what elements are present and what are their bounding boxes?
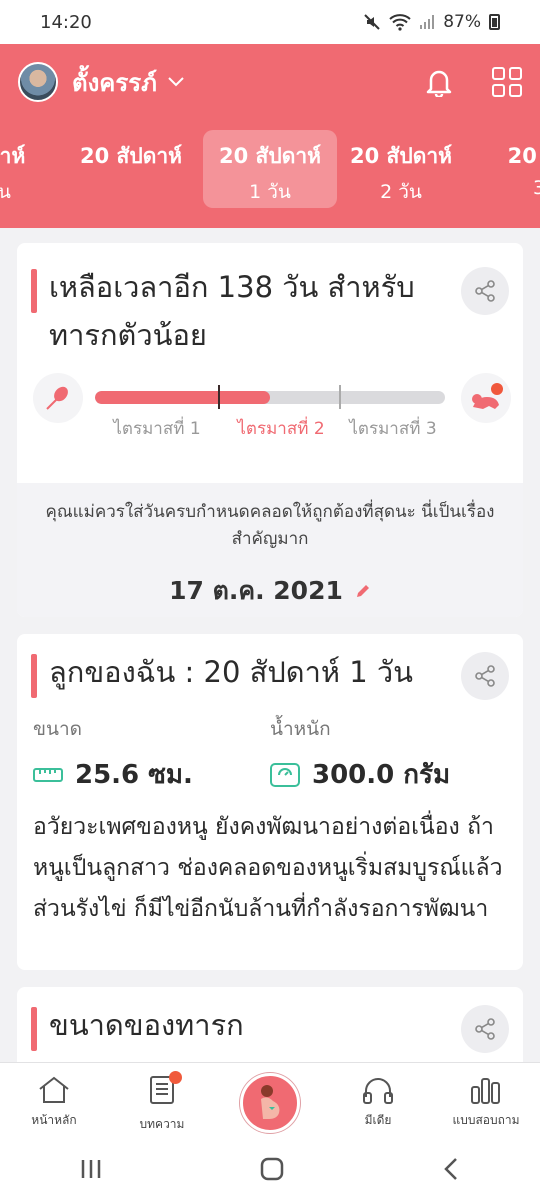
weight-value-row: 300.0 กรัม (270, 754, 507, 795)
battery-percent: 87% (443, 12, 481, 32)
progress-fill (95, 391, 270, 404)
notification-button[interactable] (422, 65, 456, 99)
profile-name[interactable]: ตั้งครรภ์ (72, 63, 157, 102)
grid-menu-icon[interactable] (492, 67, 522, 97)
bell-icon (426, 70, 452, 97)
pencil-icon[interactable] (355, 583, 371, 599)
title-accent-bar (31, 654, 37, 698)
headphones-icon (363, 1078, 393, 1104)
bottom-nav: หน้าหลัก บทความ มีเดีย แบบสอบถาม (0, 1062, 540, 1138)
progress-track (95, 391, 445, 404)
share-button[interactable] (461, 267, 509, 315)
week-tab-label: ปดาห์ (0, 144, 26, 168)
share-icon (475, 1018, 495, 1040)
size-label: ขนาด (33, 718, 82, 740)
title-accent-bar (31, 1007, 37, 1051)
weight-value: 300.0 กรัม (312, 760, 451, 790)
week-tab[interactable]: 20 สัปดาห์ (64, 130, 198, 208)
week-tab-sublabel: 3 (532, 177, 540, 199)
weight-label: น้ำหนัก (270, 718, 331, 740)
card-title-row: เหลือเวลาอีก 138 วัน สำหรับทารกตัวน้อย (17, 243, 523, 359)
due-date[interactable]: 17 ต.ค. 2021 (169, 571, 343, 611)
week-tab-sublabel: วัน (0, 181, 11, 203)
top-bar: ตั้งครรภ์ (0, 44, 540, 120)
week-tab-label: 20 สับ (507, 144, 540, 168)
trimester-1-label: ไตรมาสที่ 1 (113, 419, 201, 439)
nav-center (216, 1063, 324, 1138)
nav-media[interactable]: มีเดีย (324, 1063, 432, 1138)
baby-info-card: ลูกของฉัน : 20 สัปดาห์ 1 วัน ขนาด 25.6 ซ… (17, 634, 523, 970)
due-date-section: คุณแม่ควรใส่วันครบกำหนดคลอดให้ถูกต้องที่… (17, 483, 523, 617)
baby-stats: ขนาด 25.6 ซม. น้ำหนัก 300.0 กรัม (17, 714, 523, 795)
status-time: 14:20 (40, 11, 92, 33)
share-button[interactable] (461, 652, 509, 700)
battery-icon (489, 14, 500, 30)
nav-home-label: หน้าหลัก (31, 1113, 77, 1127)
week-tab[interactable]: ปดาห์ วัน (0, 130, 66, 208)
nav-articles-label: บทความ (139, 1117, 185, 1131)
share-icon (475, 665, 495, 687)
countdown-title: เหลือเวลาอีก 138 วัน สำหรับทารกตัวน้อย (49, 270, 415, 352)
sperm-icon (33, 373, 83, 423)
mute-icon (364, 14, 380, 30)
pregnancy-center-button[interactable] (240, 1073, 300, 1133)
bar-chart-icon (471, 1078, 500, 1104)
week-tab[interactable]: 20 สับ 3 (472, 130, 540, 208)
week-tabs: ปดาห์ วัน 20 สัปดาห์ 20 สัปดาห์ 1 วัน 20… (0, 120, 540, 210)
chevron-down-icon[interactable] (167, 76, 185, 88)
scale-icon (270, 762, 300, 787)
nav-quiz-label: แบบสอบถาม (452, 1113, 520, 1127)
baby-card-title: ลูกของฉัน : 20 สัปดาห์ 1 วัน (49, 655, 413, 689)
article-icon-wrap (148, 1071, 182, 1109)
trimester-3-label: ไตรมาสที่ 3 (349, 419, 437, 439)
week-tab[interactable]: 20 สัปดาห์ 2 วัน (334, 130, 468, 208)
week-tab-label: 20 สัปดาห์ (219, 144, 321, 168)
signal-icon (420, 15, 435, 29)
size-value-row: 25.6 ซม. (33, 754, 270, 795)
recent-apps-icon[interactable] (79, 1158, 103, 1180)
header: ตั้งครรภ์ ปดาห์ วัน 20 สัปดาห์ 20 สัปดาห… (0, 44, 540, 228)
notification-badge (169, 1071, 182, 1084)
week-tab-sublabel: 2 วัน (380, 181, 422, 203)
card-title-row: ขนาดของทารก (17, 987, 523, 1053)
status-bar: 14:20 87% (0, 0, 540, 44)
due-date-row[interactable]: 17 ต.ค. 2021 (37, 571, 503, 611)
back-icon[interactable] (441, 1157, 461, 1181)
size-value: 25.6 ซม. (75, 760, 193, 790)
nav-articles[interactable]: บทความ (108, 1063, 216, 1138)
home-icon (39, 1076, 69, 1103)
share-icon (475, 280, 495, 302)
wifi-icon (389, 14, 411, 31)
trimester-divider (339, 385, 341, 409)
week-tab-active[interactable]: 20 สัปดาห์ 1 วัน (203, 130, 337, 208)
system-nav-bar (0, 1138, 540, 1200)
status-icons: 87% (363, 12, 500, 32)
nav-home[interactable]: หน้าหลัก (0, 1063, 108, 1138)
baby-crawling-icon (461, 373, 511, 423)
size-stat: ขนาด 25.6 ซม. (33, 714, 270, 795)
ruler-icon (33, 767, 63, 782)
weight-stat: น้ำหนัก 300.0 กรัม (270, 714, 507, 795)
avatar[interactable] (18, 62, 58, 102)
home-button-icon[interactable] (260, 1157, 284, 1181)
pregnancy-progress: ไตรมาสที่ 1 ไตรมาสที่ 2 ไตรมาสที่ 3 (17, 373, 523, 483)
countdown-card: เหลือเวลาอีก 138 วัน สำหรับทารกตัวน้อย ไ… (17, 243, 523, 617)
week-tab-sublabel: 1 วัน (249, 181, 291, 203)
due-date-note: คุณแม่ควรใส่วันครบกำหนดคลอดให้ถูกต้องที่… (45, 502, 495, 549)
week-tab-label: 20 สัปดาห์ (80, 144, 182, 168)
title-accent-bar (31, 269, 37, 313)
size-card-title: ขนาดของทารก (49, 1008, 244, 1042)
card-title-row: ลูกของฉัน : 20 สัปดาห์ 1 วัน (17, 634, 523, 700)
trimester-2-label: ไตรมาสที่ 2 (237, 419, 325, 439)
progress-marker (218, 385, 220, 409)
nav-media-label: มีเดีย (364, 1113, 392, 1127)
pregnant-mother-icon (261, 1085, 280, 1119)
share-button[interactable] (461, 1005, 509, 1053)
week-tab-label: 20 สัปดาห์ (350, 144, 452, 168)
nav-quiz[interactable]: แบบสอบถาม (432, 1063, 540, 1138)
baby-description: อวัยวะเพศของหนู ยังคงพัฒนาอย่างต่อเนื่อง… (33, 814, 503, 922)
